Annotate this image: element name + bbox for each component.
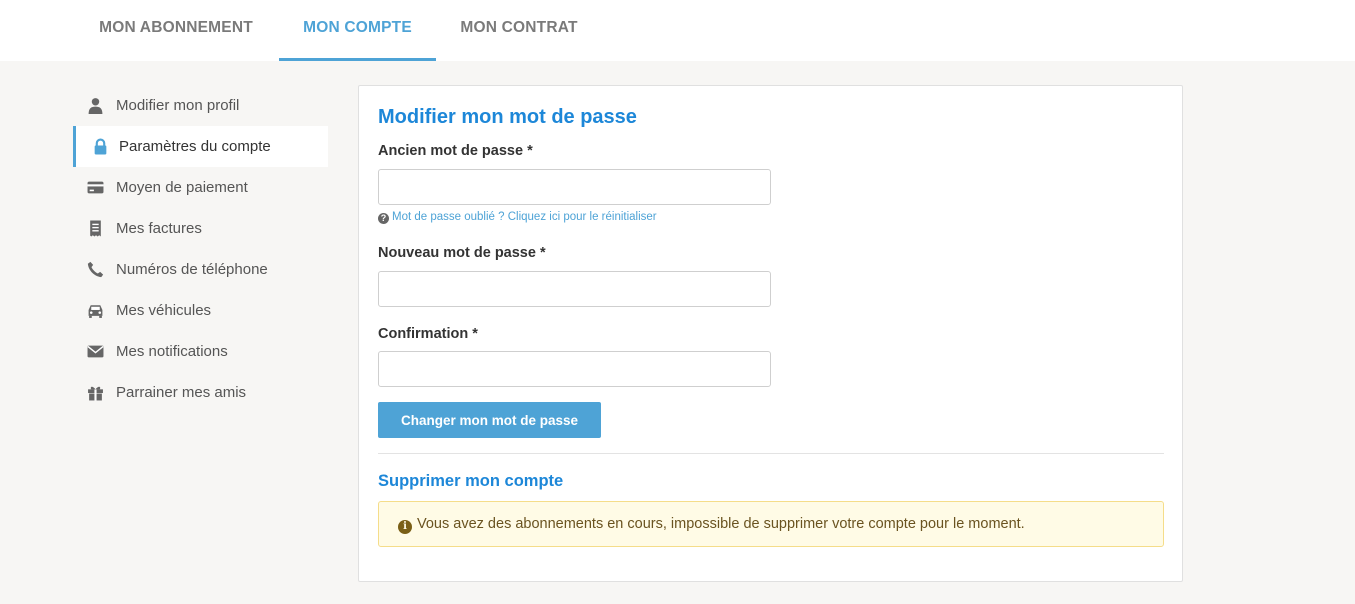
sidebar-item-parrainer[interactable]: Parrainer mes amis <box>73 372 328 413</box>
user-icon <box>88 98 103 114</box>
sidebar-item-telephone[interactable]: Numéros de téléphone <box>73 249 328 290</box>
receipt-icon <box>90 220 101 237</box>
credit-card-icon <box>87 181 104 194</box>
sidebar-item-label: Mes véhicules <box>116 302 212 319</box>
sidebar-item-label: Modifier mon profil <box>116 97 240 114</box>
old-password-input[interactable] <box>378 169 771 205</box>
sidebar-item-vehicules[interactable]: Mes véhicules <box>73 290 328 331</box>
sidebar-item-factures[interactable]: Mes factures <box>73 208 328 249</box>
sidebar-item-label: Mes factures <box>116 220 202 237</box>
sidebar-item-notifications[interactable]: Mes notifications <box>73 331 328 372</box>
account-settings-panel: Modifier mon mot de passe Ancien mot de … <box>358 85 1183 582</box>
car-icon <box>88 305 103 318</box>
lock-icon <box>94 138 107 155</box>
tab-mon-contrat[interactable]: MON CONTRAT <box>436 0 602 61</box>
password-section-title: Modifier mon mot de passe <box>378 106 637 128</box>
sidebar-item-parametres[interactable]: Paramètres du compte <box>73 126 328 167</box>
forgot-password-link[interactable]: ? Mot de passe oublié ? Cliquez ici pour … <box>378 211 657 224</box>
gift-icon <box>88 386 103 401</box>
envelope-icon <box>87 345 104 358</box>
sidebar-item-label: Moyen de paiement <box>116 179 248 196</box>
sidebar-item-paiement[interactable]: Moyen de paiement <box>73 167 328 208</box>
sidebar-item-label: Numéros de téléphone <box>116 261 268 278</box>
new-password-label: Nouveau mot de passe * <box>378 245 546 261</box>
sidebar-item-label: Parrainer mes amis <box>116 384 247 401</box>
tab-mon-abonnement[interactable]: MON ABONNEMENT <box>73 0 279 61</box>
confirm-password-label: Confirmation * <box>378 326 478 342</box>
forgot-password-text: Mot de passe oublié ? Cliquez ici pour l… <box>392 211 657 223</box>
sidebar: Modifier mon profil Paramètres du compte… <box>73 85 328 413</box>
tab-mon-compte[interactable]: MON COMPTE <box>279 0 436 61</box>
sidebar-item-profil[interactable]: Modifier mon profil <box>73 85 328 126</box>
section-divider <box>378 453 1164 454</box>
warning-text: Vous avez des abonnements en cours, impo… <box>417 516 1025 532</box>
question-circle-icon: ? <box>378 213 389 224</box>
confirm-password-input[interactable] <box>378 351 771 387</box>
info-circle-icon: i <box>398 520 412 534</box>
change-password-button[interactable]: Changer mon mot de passe <box>378 402 601 438</box>
old-password-label: Ancien mot de passe * <box>378 143 533 159</box>
top-nav: MON ABONNEMENT MON COMPTE MON CONTRAT <box>0 0 1355 61</box>
phone-icon <box>87 261 104 278</box>
sidebar-item-label: Paramètres du compte <box>119 138 271 155</box>
new-password-input[interactable] <box>378 271 771 307</box>
delete-account-title: Supprimer mon compte <box>378 472 564 490</box>
delete-account-warning: i Vous avez des abonnements en cours, imp… <box>378 501 1164 547</box>
sidebar-item-label: Mes notifications <box>116 343 228 360</box>
